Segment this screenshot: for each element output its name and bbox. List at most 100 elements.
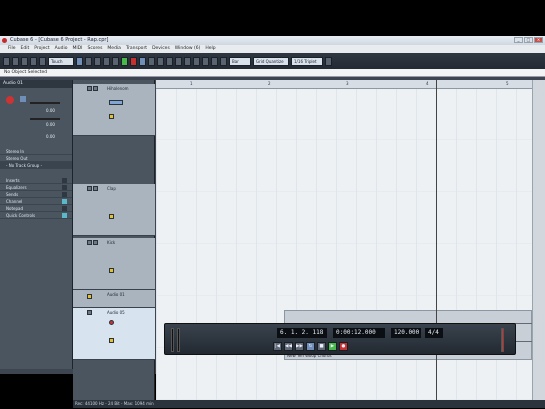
edit-icon[interactable] [109, 214, 114, 219]
forward-button[interactable] [103, 56, 110, 66]
record-button[interactable]: ● [339, 342, 348, 351]
vertical-scrollbar[interactable] [532, 80, 545, 400]
monitor-icon[interactable] [20, 96, 26, 102]
edit-icon[interactable] [87, 294, 92, 299]
section-channel[interactable]: Channel [0, 198, 72, 205]
input-routing[interactable]: Stereo In [0, 148, 72, 155]
info-line: No Object Selected [0, 69, 545, 77]
go-to-start-button[interactable] [85, 56, 92, 66]
toolbar-read-button[interactable] [30, 56, 37, 66]
section-quick-controls[interactable]: Quick Controls [0, 212, 72, 219]
edit-icon[interactable] [109, 268, 114, 273]
solo-icon[interactable] [93, 186, 98, 191]
track-name[interactable]: Hihalenom [107, 86, 129, 91]
toolbar-solo-button[interactable] [12, 56, 19, 66]
cycle-button[interactable] [76, 56, 83, 66]
maximize-button[interactable]: □ [524, 37, 533, 43]
title-bar: Cubase 6 - [Cubase 6 Project - Rap.cpr] … [0, 36, 545, 45]
record-enable-icon[interactable] [109, 320, 114, 325]
grid-type-select[interactable]: Grid Quantize [253, 56, 289, 66]
status-bar: Rec: 44100 Hz - 24 Bit - Max: 1094 min [73, 400, 545, 408]
glue-tool-icon[interactable] [166, 56, 173, 66]
mute-tool-icon[interactable] [193, 56, 200, 66]
rewind-button[interactable] [94, 56, 101, 66]
section-inserts[interactable]: Inserts [0, 177, 72, 184]
grid-bar-select[interactable]: Bar [229, 56, 251, 66]
solo-icon[interactable] [93, 240, 98, 245]
menu-window[interactable]: Window (6) [175, 45, 201, 53]
menu-media[interactable]: Media [107, 45, 121, 53]
track-name[interactable]: Audio 01 [107, 292, 125, 297]
position-display[interactable]: 6. 1. 2. 118 [277, 328, 327, 338]
play-button[interactable] [121, 56, 128, 66]
edit-icon[interactable] [109, 114, 114, 119]
record-enable-icon[interactable] [6, 96, 14, 104]
automation-mode-select[interactable]: Touch [48, 56, 74, 66]
go-to-start-button[interactable]: |◀ [273, 342, 282, 351]
track-clap[interactable]: Clap [73, 184, 155, 236]
toolbar-write-button[interactable] [39, 56, 46, 66]
menu-audio[interactable]: Audio [55, 45, 68, 53]
toolbar-listen-button[interactable] [21, 56, 28, 66]
record-button[interactable] [130, 56, 137, 66]
screen: Cubase 6 - [Cubase 6 Project - Rap.cpr] … [0, 36, 545, 408]
menu-devices[interactable]: Devices [152, 45, 170, 53]
menu-transport[interactable]: Transport [126, 45, 147, 53]
menu-help[interactable]: Help [205, 45, 215, 53]
minimize-button[interactable]: _ [514, 37, 523, 43]
tempo-display[interactable]: 120.000 [391, 328, 421, 338]
menu-file[interactable]: File [8, 45, 16, 53]
stop-button[interactable]: ■ [317, 342, 326, 351]
track-name[interactable]: Audio 05 [107, 310, 125, 315]
play-tool-icon[interactable] [211, 56, 218, 66]
cycle-button[interactable]: ↻ [306, 342, 315, 351]
object-selection-tool-icon[interactable] [139, 56, 146, 66]
stop-button[interactable] [112, 56, 119, 66]
forward-button[interactable]: ▶▶ [295, 342, 304, 351]
output-routing[interactable]: Stereo Out [0, 155, 72, 162]
mute-icon[interactable] [87, 310, 92, 315]
track-name[interactable]: Clap [107, 186, 116, 191]
section-equalizers[interactable]: Equalizers [0, 184, 72, 191]
timeline-ruler[interactable]: 1 2 3 4 5 [156, 80, 532, 89]
pan-slider[interactable] [30, 118, 60, 120]
toolbar: Touch Bar Grid Quantize 1/16 Triplet [0, 53, 545, 69]
range-tool-icon[interactable] [148, 56, 155, 66]
output-meter [501, 328, 504, 352]
menu-midi[interactable]: MIDI [72, 45, 82, 53]
snap-button[interactable] [220, 56, 227, 66]
draw-tool-icon[interactable] [202, 56, 209, 66]
zoom-tool-icon[interactable] [184, 56, 191, 66]
close-button[interactable]: × [534, 37, 543, 43]
menu-project[interactable]: Project [34, 45, 49, 53]
ruler-mark: 5 [506, 81, 509, 86]
mute-icon[interactable] [87, 186, 92, 191]
toolbar-mute-button[interactable] [3, 56, 10, 66]
track-name[interactable]: Kick [107, 240, 115, 245]
section-notepad[interactable]: Notepad [0, 205, 72, 212]
split-tool-icon[interactable] [157, 56, 164, 66]
mute-icon[interactable] [87, 240, 92, 245]
menu-scores[interactable]: Scores [87, 45, 102, 53]
section-sends[interactable]: Sends [0, 191, 72, 198]
play-button[interactable]: ▶ [328, 342, 337, 351]
quantize-select[interactable]: 1/16 Triplet [291, 56, 323, 66]
time-display[interactable]: 0:00:12.000 [333, 328, 385, 338]
edit-icon[interactable] [109, 338, 114, 343]
inspector-controls: 0.00 0.00 0.00 [0, 88, 72, 148]
read-icon[interactable] [109, 100, 123, 105]
track-group-select[interactable]: - No Track Group - [0, 162, 72, 169]
track-audio-01[interactable]: Audio 01 [73, 290, 155, 308]
rewind-button[interactable]: ◀◀ [284, 342, 293, 351]
erase-tool-icon[interactable] [175, 56, 182, 66]
menu-edit[interactable]: Edit [21, 45, 30, 53]
color-tool-icon[interactable] [325, 56, 332, 66]
volume-slider[interactable] [30, 102, 60, 104]
signature-display[interactable]: 4/4 [425, 328, 443, 338]
inspector-track-name[interactable]: Audio 01 [0, 80, 72, 88]
track-kick[interactable]: Kick [73, 238, 155, 290]
solo-icon[interactable] [93, 86, 98, 91]
track-hihalenom[interactable]: Hihalenom [73, 84, 155, 136]
track-audio-05[interactable]: Audio 05 [73, 308, 155, 360]
mute-icon[interactable] [87, 86, 92, 91]
